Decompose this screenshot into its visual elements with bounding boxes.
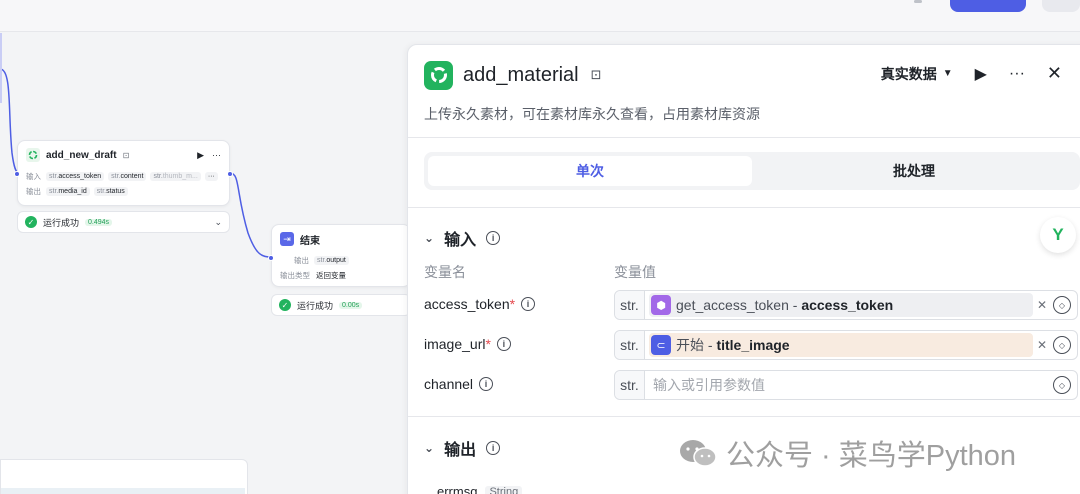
node-title: 结束 xyxy=(300,235,320,247)
caret-down-icon: ▼ xyxy=(942,68,953,79)
param-field-access-token[interactable]: str. ⬢ get_access_token - access_token ✕… xyxy=(614,290,1078,320)
duration-badge: 0.494s xyxy=(85,218,113,226)
output-section-header[interactable]: ⌄ 输出 i xyxy=(424,436,501,460)
more-icon[interactable]: ··· xyxy=(1009,65,1025,83)
run-icon[interactable]: ▶ xyxy=(975,64,987,84)
column-header-value: 变量值 xyxy=(614,264,656,280)
output-type-value: 返回变量 xyxy=(316,271,346,280)
type-label: str. xyxy=(615,371,645,399)
assistant-icon[interactable]: Y xyxy=(1040,217,1076,253)
output-label: 输出 xyxy=(294,256,309,265)
output-type-label: 输出类型 xyxy=(280,271,310,280)
plugin-logo-icon xyxy=(26,148,40,162)
reference-picker-icon[interactable]: ◇ xyxy=(1053,376,1071,394)
channel-input[interactable]: 输入或引用参数值 xyxy=(645,375,1053,395)
output-field-name: errmsg xyxy=(437,484,478,494)
status-text: 运行成功 xyxy=(43,217,80,228)
input-chip: str.thumb_m... xyxy=(150,172,201,181)
input-port[interactable] xyxy=(14,171,20,177)
param-label-image-url: image_url* i xyxy=(424,336,511,352)
watermark: 公众号 · 菜鸟学Python xyxy=(678,432,1016,474)
start-node-icon: ⊂ xyxy=(651,335,671,355)
node-end[interactable]: ⇥ 结束 输出 str.output 输出类型 返回变量 xyxy=(268,224,411,287)
chevron-down-icon: ⌄ xyxy=(424,441,435,455)
param-label-access-token: access_token* i xyxy=(424,296,536,312)
param-label-channel: channel i xyxy=(424,376,494,392)
divider xyxy=(408,137,1080,138)
close-icon[interactable]: ✕ xyxy=(1047,63,1062,84)
node-config-panel: add_material ⊡ 真实数据 ▼ ▶ ··· ✕ 上传永久素材，可在素材… xyxy=(407,44,1080,494)
duration-badge: 0.00s xyxy=(339,301,363,309)
save-icon: ⊡ xyxy=(122,150,130,160)
column-header-name: 变量名 xyxy=(424,264,466,280)
info-icon[interactable]: i xyxy=(486,231,501,245)
output-field-type: String xyxy=(485,485,523,494)
data-mode-select[interactable]: 真实数据 ▼ xyxy=(881,64,953,84)
info-icon[interactable]: i xyxy=(496,337,511,351)
plugin-logo-icon xyxy=(424,60,453,90)
type-label: str. xyxy=(615,291,645,319)
more-icon[interactable]: ··· xyxy=(212,150,221,161)
output-label: 输出 xyxy=(26,187,41,196)
tab-single[interactable]: 单次 xyxy=(428,156,752,186)
param-field-image-url[interactable]: str. ⊂ 开始 - title_image ✕ ◇ xyxy=(614,330,1078,360)
run-mode-tabs: 单次 批处理 xyxy=(424,152,1080,190)
save-icon[interactable]: ⊡ xyxy=(591,67,602,83)
run-status-draft[interactable]: ✓ 运行成功 0.494s ⌄ xyxy=(17,211,230,233)
success-icon: ✓ xyxy=(25,216,37,228)
output-chip: str.output xyxy=(314,256,349,265)
publish-button[interactable] xyxy=(950,0,1026,12)
reference-picker-icon[interactable]: ◇ xyxy=(1053,296,1071,314)
end-node-icon: ⇥ xyxy=(280,232,294,246)
info-icon[interactable]: i xyxy=(479,377,494,391)
output-chip: str.media_id xyxy=(46,187,90,196)
run-node-icon[interactable]: ▶ xyxy=(197,150,204,161)
input-port[interactable] xyxy=(268,255,274,261)
divider xyxy=(408,416,1080,417)
clear-icon[interactable]: ✕ xyxy=(1037,338,1047,352)
tab-batch[interactable]: 批处理 xyxy=(752,156,1076,186)
type-label: str. xyxy=(615,331,645,359)
info-icon[interactable]: i xyxy=(486,441,501,455)
toolbar-secondary-button[interactable] xyxy=(1042,0,1080,12)
reference-picker-icon[interactable]: ◇ xyxy=(1053,336,1071,354)
input-chip: str.content xyxy=(108,172,147,181)
chevron-down-icon[interactable]: ⌄ xyxy=(214,217,222,228)
input-chip: str.access_token xyxy=(46,172,105,181)
panel-description: 上传永久素材，可在素材库永久查看，占用素材库资源 xyxy=(424,106,760,122)
node-title: add_new_draft xyxy=(46,149,117,161)
watermark-text: 公众号 · 菜鸟学Python xyxy=(726,440,1017,472)
panel-title: add_material xyxy=(463,63,579,86)
output-field-row: errmsg String xyxy=(437,484,523,494)
output-chip: str.status xyxy=(93,187,128,196)
workflow-canvas[interactable]: add_new_draft ⊡ ▶ ··· 输入 str.access_toke… xyxy=(0,33,411,494)
divider xyxy=(408,207,1080,208)
output-port[interactable] xyxy=(227,171,233,177)
info-icon[interactable]: i xyxy=(521,297,536,311)
reference-chip[interactable]: ⊂ 开始 - title_image xyxy=(649,333,1033,357)
input-section-header[interactable]: ⌄ 输入 i xyxy=(424,226,501,250)
top-toolbar xyxy=(0,0,1080,32)
status-text: 运行成功 xyxy=(297,300,334,311)
cube-icon: ⬢ xyxy=(651,295,671,315)
bottom-panel xyxy=(0,459,248,494)
success-icon: ✓ xyxy=(279,299,291,311)
node-add-new-draft[interactable]: add_new_draft ⊡ ▶ ··· 输入 str.access_toke… xyxy=(14,140,233,206)
more-inputs-icon[interactable]: ··· xyxy=(204,172,218,181)
reference-chip[interactable]: ⬢ get_access_token - access_token xyxy=(649,293,1033,317)
run-status-end[interactable]: ✓ 运行成功 0.00s xyxy=(271,294,411,316)
input-label: 输入 xyxy=(26,172,41,181)
chevron-down-icon: ⌄ xyxy=(424,231,435,245)
toolbar-icon[interactable] xyxy=(914,0,922,3)
clear-icon[interactable]: ✕ xyxy=(1037,298,1047,312)
param-field-channel[interactable]: str. 输入或引用参数值 ◇ xyxy=(614,370,1078,400)
wechat-icon xyxy=(678,438,718,468)
